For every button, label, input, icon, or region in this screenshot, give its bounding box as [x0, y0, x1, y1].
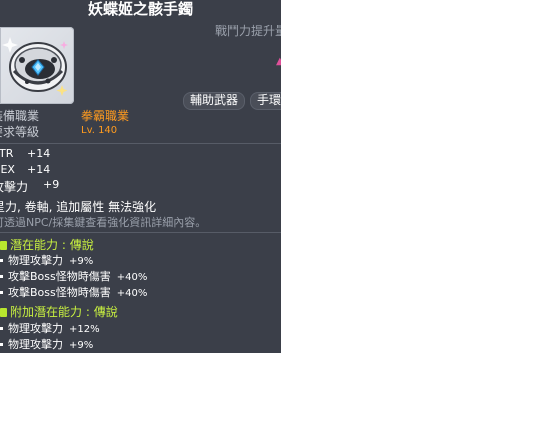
potential-header: 潛在能力 : 傳說 — [0, 236, 94, 253]
additional-potential-line: 物理攻擊力 +12% — [0, 320, 100, 336]
additional-potential-grade: 傳說 — [93, 305, 118, 319]
potential-label: 潛在能力 — [10, 238, 59, 252]
bracelet-item-icon — [2, 37, 68, 96]
potential-grade: 傳說 — [69, 238, 94, 252]
additional-potential-label: 附加潛在能力 — [10, 305, 83, 319]
additional-potential-line-value: +12% — [69, 324, 100, 335]
stat-value: +9 — [43, 178, 60, 191]
additional-potential-grade-icon — [0, 308, 7, 317]
stat-value: +14 — [27, 163, 51, 176]
potential-line-name: 物理攻擊力 — [8, 254, 63, 267]
potential-line-value: +9% — [69, 256, 94, 267]
combat-power-label: 戰鬥力提升量 — [215, 24, 281, 38]
potential-line: 攻擊Boss怪物時傷害 +40% — [0, 268, 147, 284]
enhance-restriction-text: 星力, 卷軸, 追加屬性 無法強化 — [0, 200, 157, 214]
divider — [0, 143, 281, 144]
potential-line-name: 攻擊Boss怪物時傷害 — [8, 270, 111, 283]
item-title: 妖蝶姬之骸手鐲 — [87, 0, 193, 18]
job-label: 裝備職業 — [0, 109, 40, 123]
bullet-icon — [0, 291, 3, 294]
item-icon-frame — [0, 27, 74, 104]
additional-potential-line-name: 物理攻擊力 — [8, 338, 63, 351]
level-label: 要求等級 — [0, 125, 40, 139]
additional-potential-separator: : — [82, 305, 94, 319]
additional-potential-line: 物理攻擊力 +9% — [0, 336, 93, 352]
potential-line: 攻擊Boss怪物時傷害 +40% — [0, 284, 147, 300]
tag-secondary-weapon: 輔助武器 — [183, 92, 246, 110]
potential-grade-icon — [0, 241, 7, 250]
additional-potential-line-name: 物理攻擊力 — [8, 322, 63, 335]
tag-bracelet: 手環 — [250, 92, 281, 110]
stat-name: DEX — [0, 163, 15, 176]
combat-power-indicator-icon: ▲ — [276, 56, 281, 67]
stat-value: +14 — [27, 147, 51, 160]
potential-line: 物理攻擊力 +9% — [0, 252, 93, 268]
bullet-icon — [0, 327, 3, 330]
potential-separator: : — [58, 238, 70, 252]
stat-name: STR — [0, 147, 14, 160]
divider — [0, 232, 281, 233]
enhance-hint-text: 可透過NPC/採集鍵查看強化資訊詳細內容。 — [0, 216, 207, 229]
bullet-icon — [0, 275, 3, 278]
potential-line-value: +40% — [116, 288, 148, 299]
additional-potential-header: 附加潛在能力 : 傳說 — [0, 303, 118, 320]
bullet-icon — [0, 343, 3, 346]
item-tooltip: 妖蝶姬之骸手鐲 戰鬥力提升量 ▲ 輔助武器 手環 裝備職業 拳霸職業 — [0, 0, 281, 353]
level-value: Lv. 140 — [81, 125, 118, 136]
potential-line-name: 攻擊Boss怪物時傷害 — [8, 286, 111, 299]
additional-potential-line-value: +9% — [69, 340, 94, 351]
stat-name: 攻擊力 — [0, 180, 29, 194]
potential-line-value: +40% — [116, 272, 148, 283]
bullet-icon — [0, 259, 3, 262]
job-value: 拳霸職業 — [81, 109, 130, 123]
